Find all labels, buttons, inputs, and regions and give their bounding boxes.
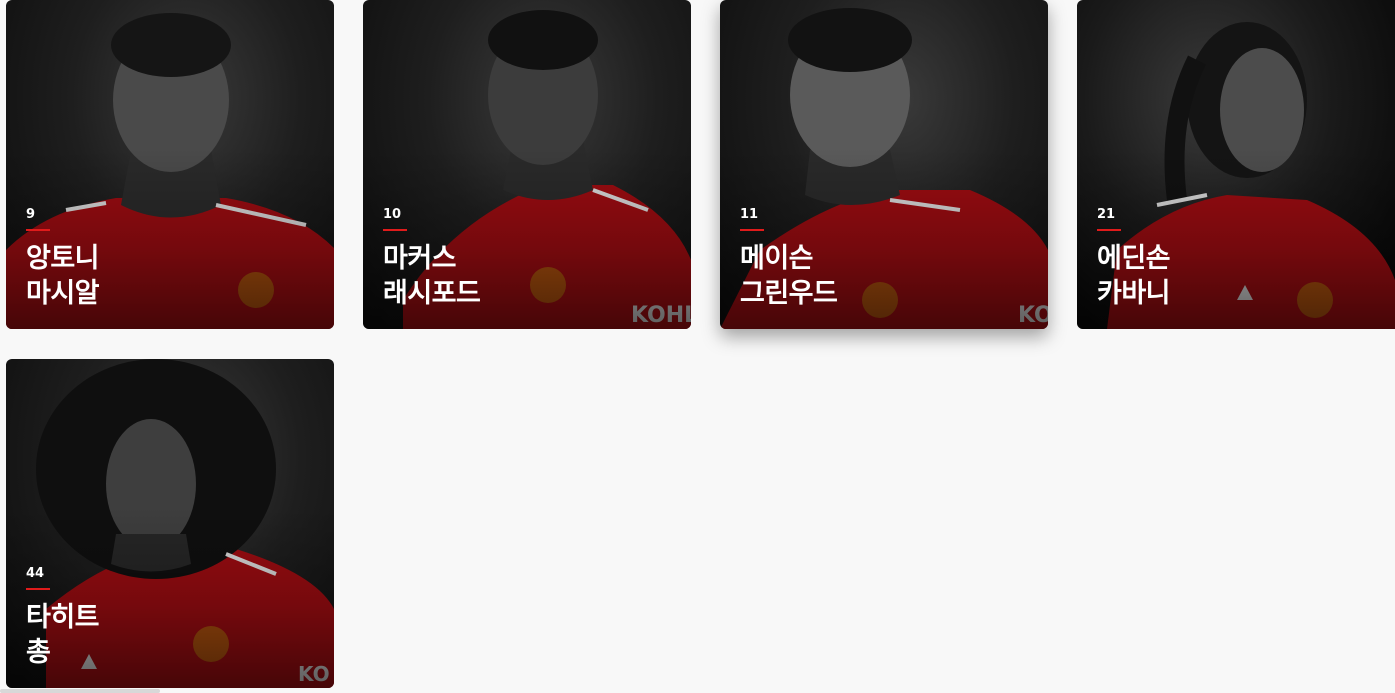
accent-line: [383, 229, 407, 231]
accent-line: [26, 588, 50, 590]
player-name-line2: 래시포드: [383, 278, 481, 309]
player-name-line2: 총: [26, 637, 51, 668]
player-name-line2: 그린우드: [740, 278, 838, 309]
accent-line: [26, 229, 50, 231]
player-name-line2: 카바니: [1097, 278, 1171, 309]
player-info: 44 타히트 총: [26, 566, 100, 670]
player-card-44[interactable]: KO 44 타히트 총: [6, 359, 334, 688]
player-card-11[interactable]: KO 11 메이슨 그린우드: [720, 0, 1048, 329]
player-info: 11 메이슨 그린우드: [740, 207, 838, 311]
player-name-line1: 에딘손: [1097, 243, 1171, 274]
player-number: 21: [1097, 207, 1116, 222]
player-number: 11: [740, 207, 759, 222]
player-name-line1: 앙토니: [26, 243, 100, 274]
player-card-10[interactable]: KOHL 10 마커스 래시포드: [363, 0, 691, 329]
accent-line: [740, 229, 764, 231]
player-card-21[interactable]: 21 에딘손 카바니: [1077, 0, 1395, 329]
player-info: 21 에딘손 카바니: [1097, 207, 1171, 311]
player-card-9[interactable]: 9 앙토니 마시알: [6, 0, 334, 329]
player-number: 44: [26, 566, 45, 581]
player-name-line2: 마시알: [26, 278, 100, 309]
horizontal-scrollbar[interactable]: [0, 689, 160, 693]
player-name-line1: 마커스: [383, 243, 457, 274]
player-number: 9: [26, 207, 36, 222]
player-info: 9 앙토니 마시알: [26, 207, 100, 311]
player-number: 10: [383, 207, 402, 222]
player-name-line1: 타히트: [26, 602, 100, 633]
player-info: 10 마커스 래시포드: [383, 207, 481, 311]
accent-line: [1097, 229, 1121, 231]
player-name-line1: 메이슨: [740, 243, 814, 274]
